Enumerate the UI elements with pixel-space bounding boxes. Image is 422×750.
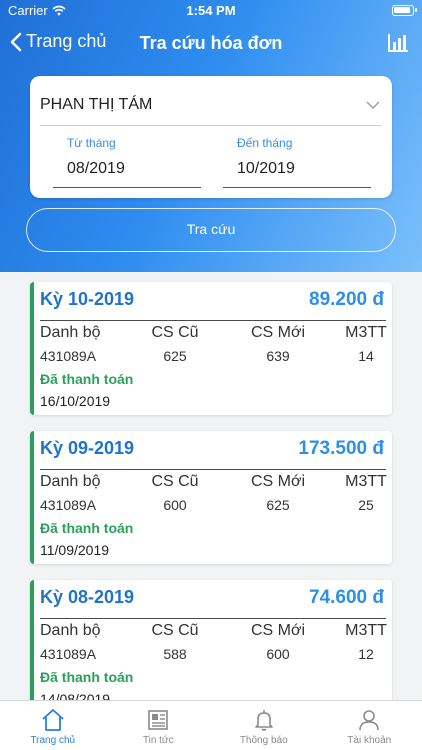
payment-date: 11/09/2019	[40, 542, 110, 558]
bill-amount: 89.200 đ	[309, 289, 384, 310]
bill-amount: 173.500 đ	[298, 438, 384, 459]
account-column: Danh bộ 431089A	[40, 324, 101, 364]
paid-accent-bar	[30, 282, 34, 415]
payment-status: Đã thanh toán	[40, 520, 134, 536]
clock: 1:54 PM	[186, 3, 236, 18]
m3-value: 14	[358, 348, 374, 364]
m3-column: M3TT 25	[344, 473, 388, 513]
search-button[interactable]: Tra cứu	[26, 208, 396, 252]
to-month-label: Đến tháng	[237, 136, 293, 150]
account-value: 431089A	[40, 646, 97, 662]
new-reading-value: 625	[266, 497, 290, 513]
old-reading-column: CS Cũ 625	[147, 324, 203, 364]
bill-period: Kỳ 09-2019	[40, 438, 135, 458]
tab-account-label: Tài khoản	[347, 735, 392, 746]
payment-status: Đã thanh toán	[40, 669, 134, 685]
tab-news-label: Tin tức	[142, 735, 174, 746]
old-reading-header: CS Cũ	[151, 324, 199, 341]
bar-chart-icon[interactable]	[386, 32, 410, 54]
tab-news[interactable]: Tin tức	[106, 701, 212, 750]
bill-list: Kỳ 10-2019 89.200 đ Danh bộ 431089A CS C…	[0, 272, 422, 702]
back-button-label: Trang chủ	[26, 31, 107, 51]
tab-account[interactable]: Tài khoản	[317, 701, 422, 750]
paid-accent-bar	[30, 431, 34, 564]
tab-home[interactable]: Trang chủ	[0, 701, 106, 750]
to-month-field[interactable]: Đến tháng 10/2019	[223, 134, 371, 188]
payment-status: Đã thanh toán	[40, 371, 134, 387]
divider	[40, 618, 386, 619]
new-reading-value: 639	[266, 348, 290, 364]
battery-icon	[392, 5, 417, 16]
old-reading-value: 600	[163, 497, 187, 513]
m3-header: M3TT	[345, 622, 387, 639]
new-reading-header: CS Mới	[250, 473, 306, 490]
tab-home-label: Trang chủ	[30, 735, 76, 746]
new-reading-column: CS Mới 625	[238, 473, 318, 513]
m3-header: M3TT	[345, 473, 387, 490]
old-reading-header: CS Cũ	[151, 473, 199, 490]
m3-value: 12	[358, 646, 374, 662]
account-column: Danh bộ 431089A	[40, 473, 101, 513]
user-icon	[359, 710, 380, 731]
new-reading-header: CS Mới	[250, 324, 306, 341]
customer-name: PHAN THỊ TÁM	[40, 96, 153, 113]
status-bar: Carrier 1:54 PM	[0, 0, 422, 22]
newspaper-icon	[148, 710, 169, 730]
from-month-label: Từ tháng	[67, 136, 116, 150]
to-month-value: 10/2019	[237, 160, 295, 177]
old-reading-value: 625	[163, 348, 187, 364]
chevron-left-icon	[10, 32, 22, 51]
new-reading-column: CS Mới 600	[238, 622, 318, 662]
bell-icon	[254, 710, 273, 731]
bill-period: Kỳ 10-2019	[40, 289, 135, 309]
account-value: 431089A	[40, 497, 97, 513]
customer-select[interactable]: PHAN THỊ TÁM	[40, 92, 382, 126]
bill-period: Kỳ 08-2019	[40, 587, 135, 607]
bill-amount: 74.600 đ	[309, 587, 384, 608]
from-month-field[interactable]: Từ tháng 08/2019	[53, 134, 201, 188]
payment-date: 16/10/2019	[40, 393, 111, 409]
new-reading-value: 600	[266, 646, 290, 662]
old-reading-column: CS Cũ 600	[147, 473, 203, 513]
m3-value: 25	[358, 497, 374, 513]
m3-column: M3TT 14	[344, 324, 388, 364]
old-reading-header: CS Cũ	[151, 622, 199, 639]
search-form-card: PHAN THỊ TÁM Từ tháng 08/2019 Đến tháng …	[30, 76, 392, 198]
old-reading-value: 588	[163, 646, 187, 662]
bill-card[interactable]: Kỳ 09-2019 173.500 đ Danh bộ 431089A CS …	[30, 431, 392, 564]
m3-header: M3TT	[345, 324, 387, 341]
account-value: 431089A	[40, 348, 97, 364]
chevron-down-icon	[366, 101, 380, 109]
navigation-bar: Trang chủ Tra cứu hóa đơn	[0, 28, 422, 60]
bill-card[interactable]: Kỳ 10-2019 89.200 đ Danh bộ 431089A CS C…	[30, 282, 392, 415]
new-reading-header: CS Mới	[250, 622, 306, 639]
account-header: Danh bộ	[40, 473, 101, 490]
account-header: Danh bộ	[40, 324, 101, 341]
m3-column: M3TT 12	[344, 622, 388, 662]
home-icon	[42, 709, 64, 731]
account-header: Danh bộ	[40, 622, 101, 639]
paid-accent-bar	[30, 580, 34, 702]
account-column: Danh bộ 431089A	[40, 622, 101, 662]
bill-card[interactable]: Kỳ 08-2019 74.600 đ Danh bộ 431089A CS C…	[30, 580, 392, 702]
divider	[40, 320, 386, 321]
divider	[40, 469, 386, 470]
tab-notifications[interactable]: Thông báo	[211, 701, 317, 750]
old-reading-column: CS Cũ 588	[147, 622, 203, 662]
new-reading-column: CS Mới 639	[238, 324, 318, 364]
tab-notifications-label: Thông báo	[239, 735, 288, 746]
from-month-value: 08/2019	[67, 160, 125, 177]
back-button[interactable]: Trang chủ	[10, 31, 106, 52]
tab-bar: Trang chủ Tin tức Thông báo Tài khoản	[0, 700, 422, 750]
